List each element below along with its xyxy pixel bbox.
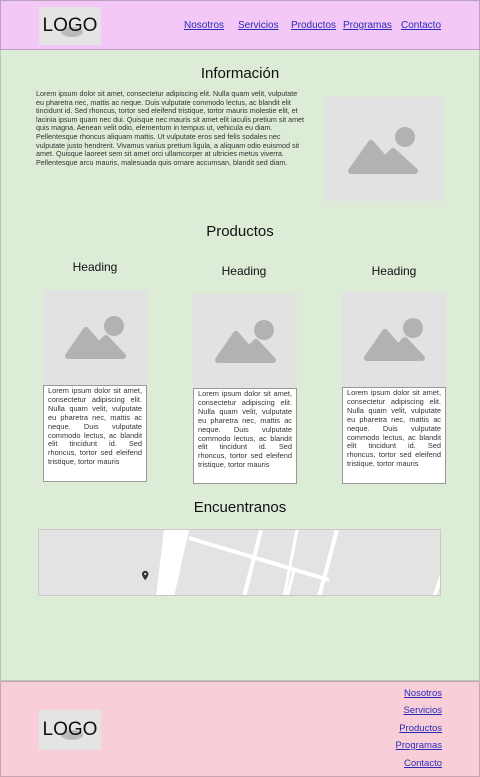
location-map[interactable] <box>38 529 441 596</box>
nav-link-programas[interactable]: Programas <box>343 20 392 31</box>
product-heading-2: Heading <box>221 264 267 278</box>
product-text-3: Lorem ipsum dolor sit amet, consectetur … <box>342 387 446 484</box>
footer-link-programas[interactable]: Programas <box>396 740 442 751</box>
footer-link-nosotros[interactable]: Nosotros <box>404 688 442 699</box>
nav-link-nosotros[interactable]: Nosotros <box>184 20 224 31</box>
nav-link-productos[interactable]: Productos <box>291 20 336 31</box>
product-heading-1: Heading <box>72 260 118 274</box>
footer-logo[interactable]: LOGO <box>39 710 101 750</box>
footer-link-productos[interactable]: Productos <box>399 723 442 734</box>
nav-link-servicios[interactable]: Servicios <box>238 20 279 31</box>
nav-link-contacto[interactable]: Contacto <box>401 20 441 31</box>
product-text-1: Lorem ipsum dolor sit amet, consectetur … <box>43 385 147 482</box>
product-heading-3: Heading <box>371 264 417 278</box>
product-image-1-icon <box>43 290 147 385</box>
product-image-2-icon <box>193 294 297 388</box>
map-pin-icon <box>142 570 149 581</box>
logo-mark-icon <box>61 27 83 37</box>
product-image-3-icon <box>342 292 446 387</box>
product-text-2: Lorem ipsum dolor sit amet, consectetur … <box>193 388 297 484</box>
location-title: Encuentranos <box>193 499 287 516</box>
header-logo[interactable]: LOGO <box>39 7 101 45</box>
info-text: Lorem ipsum dolor sit amet, consectetur … <box>36 89 305 167</box>
site-header: LOGO Nosotros Servicios Productos Progra… <box>0 0 480 50</box>
products-title: Productos <box>206 223 274 240</box>
info-title: Información <box>200 65 280 82</box>
footer-logo-mark-icon <box>61 730 83 740</box>
info-image-placeholder-icon <box>323 97 443 201</box>
footer-link-servicios[interactable]: Servicios <box>403 705 442 716</box>
site-footer: LOGO Nosotros Servicios Productos Progra… <box>0 681 480 777</box>
footer-link-contacto[interactable]: Contacto <box>404 758 442 769</box>
